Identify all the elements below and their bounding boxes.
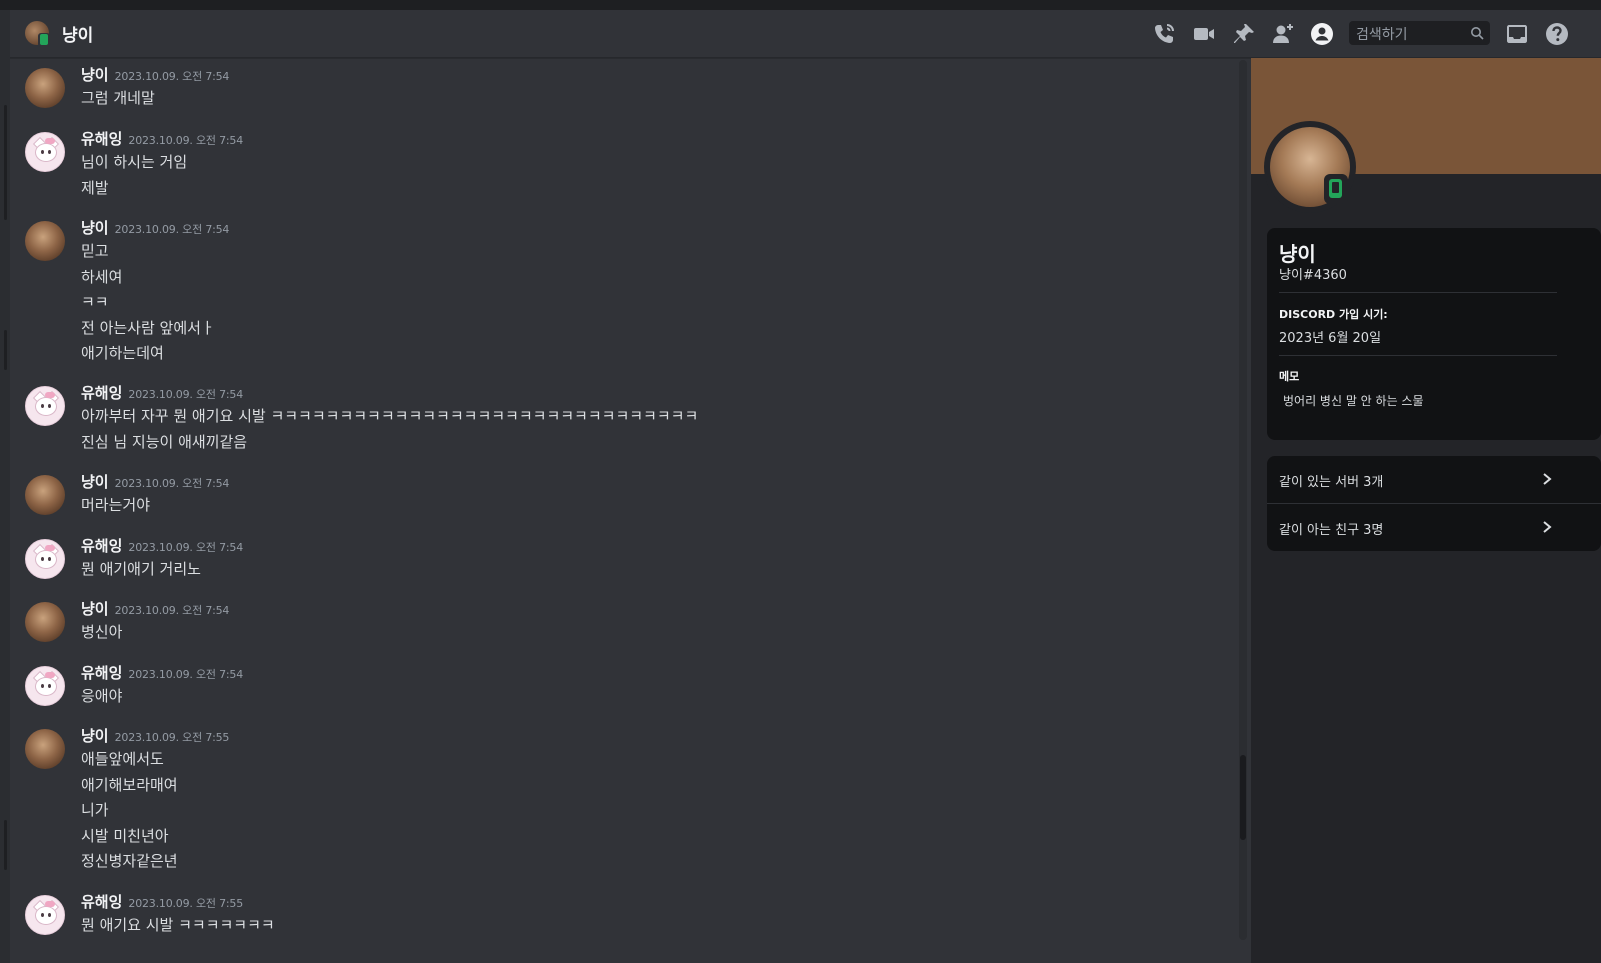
- message-text: 님이 하시는 거임: [81, 153, 188, 171]
- message-text: 애들앞에서도: [81, 750, 164, 768]
- message-timestamp: 2023.10.09. 오전 7:54: [128, 134, 244, 147]
- message-author[interactable]: 유해잉 2023.10.09. 오전 7:55: [81, 891, 243, 912]
- message-author[interactable]: 유해잉 2023.10.09. 오전 7:54: [81, 382, 243, 403]
- user-profile-icon[interactable]: [1310, 22, 1334, 46]
- user-avatar[interactable]: [25, 386, 65, 426]
- user-avatar[interactable]: [25, 729, 65, 769]
- message-text: 뭔 애기요 시발 ㅋㅋㅋㅋㅋㅋㅋ: [81, 916, 275, 934]
- search-icon: [1471, 27, 1484, 40]
- message-timestamp: 2023.10.09. 오전 7:54: [128, 388, 244, 401]
- chevron-right-icon: [1543, 521, 1552, 533]
- chevron-right-icon: [1543, 473, 1552, 485]
- scrollbar-thumb[interactable]: [1240, 755, 1246, 840]
- window-titlebar: [0, 0, 1601, 10]
- message-text: 애기해보라매여: [81, 776, 178, 794]
- pin-icon[interactable]: [1232, 22, 1256, 46]
- message-text: 뭔 애기애기 거리노: [81, 560, 201, 578]
- profile-username[interactable]: 냥이#4360: [1279, 264, 1347, 283]
- note-label: 메모: [1279, 370, 1300, 383]
- message-timestamp: 2023.10.09. 오전 7:54: [114, 70, 230, 83]
- message-text: 니가: [81, 801, 109, 819]
- message-author[interactable]: 유해잉 2023.10.09. 오전 7:54: [81, 662, 243, 683]
- message-text: ㅋㅋ: [81, 293, 109, 311]
- message-text: 애기하는데여: [81, 344, 164, 362]
- user-avatar[interactable]: [25, 221, 65, 261]
- message-text: 머라는거야: [81, 496, 151, 514]
- server-rail-edge: [0, 10, 10, 963]
- message-author[interactable]: 냥이 2023.10.09. 오전 7:54: [81, 64, 229, 85]
- video-call-icon[interactable]: [1192, 22, 1216, 46]
- message-text: 아까부터 자꾸 뭔 애기요 시발 ㅋㅋㅋㅋㅋㅋㅋㅋㅋㅋㅋㅋㅋㅋㅋㅋㅋㅋㅋㅋㅋㅋㅋ…: [81, 407, 699, 425]
- user-avatar[interactable]: [25, 132, 65, 172]
- message-text: 병신아: [81, 623, 123, 641]
- message-timestamp: 2023.10.09. 오전 7:54: [114, 604, 230, 617]
- search-input[interactable]: 검색하기: [1349, 21, 1490, 45]
- help-icon[interactable]: [1545, 22, 1569, 46]
- message-timestamp: 2023.10.09. 오전 7:54: [114, 223, 230, 236]
- user-avatar[interactable]: [25, 602, 65, 642]
- message-author[interactable]: 냥이 2023.10.09. 오전 7:54: [81, 471, 229, 492]
- rail-indicator: [4, 820, 7, 870]
- user-avatar[interactable]: [25, 666, 65, 706]
- user-avatar[interactable]: [25, 68, 65, 108]
- profile-card: 냥이 냥이#4360 DISCORD 가입 시기: 2023년 6월 20일 메…: [1267, 228, 1601, 440]
- rail-indicator: [4, 105, 7, 220]
- mobile-status-icon: [1324, 174, 1348, 204]
- message-text: 전 아는사람 앞에서ㅏ: [81, 319, 215, 337]
- divider: [1279, 292, 1557, 293]
- profile-display-name: 냥이: [1279, 242, 1316, 266]
- mutuals-list: 같이 있는 서버 3개 같이 아는 친구 3명: [1267, 456, 1601, 551]
- message-text: 정신병자같은년: [81, 852, 178, 870]
- mutual-friends-label: 같이 아는 친구 3명: [1279, 523, 1384, 538]
- user-profile-panel: 냥이 냥이#4360 DISCORD 가입 시기: 2023년 6월 20일 메…: [1251, 58, 1601, 963]
- user-avatar[interactable]: [25, 539, 65, 579]
- mutual-servers-row[interactable]: 같이 있는 서버 3개: [1267, 456, 1601, 503]
- message-author[interactable]: 유해잉 2023.10.09. 오전 7:54: [81, 535, 243, 556]
- message-timestamp: 2023.10.09. 오전 7:54: [114, 477, 230, 490]
- message-list[interactable]: 냥이 2023.10.09. 오전 7:54 그럼 개네말 유해잉 2023.10.…: [10, 58, 1250, 963]
- channel-header: 냥이 검색하기: [10, 10, 1601, 58]
- user-avatar[interactable]: [25, 475, 65, 515]
- mutual-friends-row[interactable]: 같이 아는 친구 3명: [1267, 504, 1601, 551]
- message-timestamp: 2023.10.09. 오전 7:54: [128, 668, 244, 681]
- message-author[interactable]: 유해잉 2023.10.09. 오전 7:54: [81, 128, 243, 149]
- message-text: 하세여: [81, 268, 123, 286]
- note-field[interactable]: 벙어리 병신 말 안 하는 스물: [1283, 392, 1424, 409]
- message-text: 응애야: [81, 687, 123, 705]
- message-text: 제발: [81, 179, 109, 197]
- divider: [1279, 355, 1557, 356]
- message-timestamp: 2023.10.09. 오전 7:54: [128, 541, 244, 554]
- message-author[interactable]: 냥이 2023.10.09. 오전 7:54: [81, 217, 229, 238]
- message-text: 시발 미친년아: [81, 827, 169, 845]
- dm-title[interactable]: 냥이: [62, 21, 93, 46]
- mutual-servers-label: 같이 있는 서버 3개: [1279, 475, 1384, 490]
- member-since-value: 2023년 6월 20일: [1279, 331, 1382, 346]
- message-text: 믿고: [81, 242, 109, 260]
- message-text: 진심 님 지능이 애새끼같음: [81, 433, 248, 451]
- rail-indicator: [4, 330, 7, 370]
- inbox-icon[interactable]: [1505, 22, 1529, 46]
- user-avatar[interactable]: [25, 895, 65, 935]
- member-since-label: DISCORD 가입 시기:: [1279, 308, 1388, 321]
- message-author[interactable]: 냥이 2023.10.09. 오전 7:54: [81, 598, 229, 619]
- voice-call-icon[interactable]: [1152, 22, 1176, 46]
- add-friend-icon[interactable]: [1271, 22, 1295, 46]
- message-timestamp: 2023.10.09. 오전 7:55: [128, 897, 244, 910]
- message-text: 그럼 개네말: [81, 89, 155, 107]
- mobile-status-icon: [38, 33, 50, 47]
- message-author[interactable]: 냥이 2023.10.09. 오전 7:55: [81, 725, 229, 746]
- message-timestamp: 2023.10.09. 오전 7:55: [114, 731, 230, 744]
- search-placeholder: 검색하기: [1356, 27, 1408, 43]
